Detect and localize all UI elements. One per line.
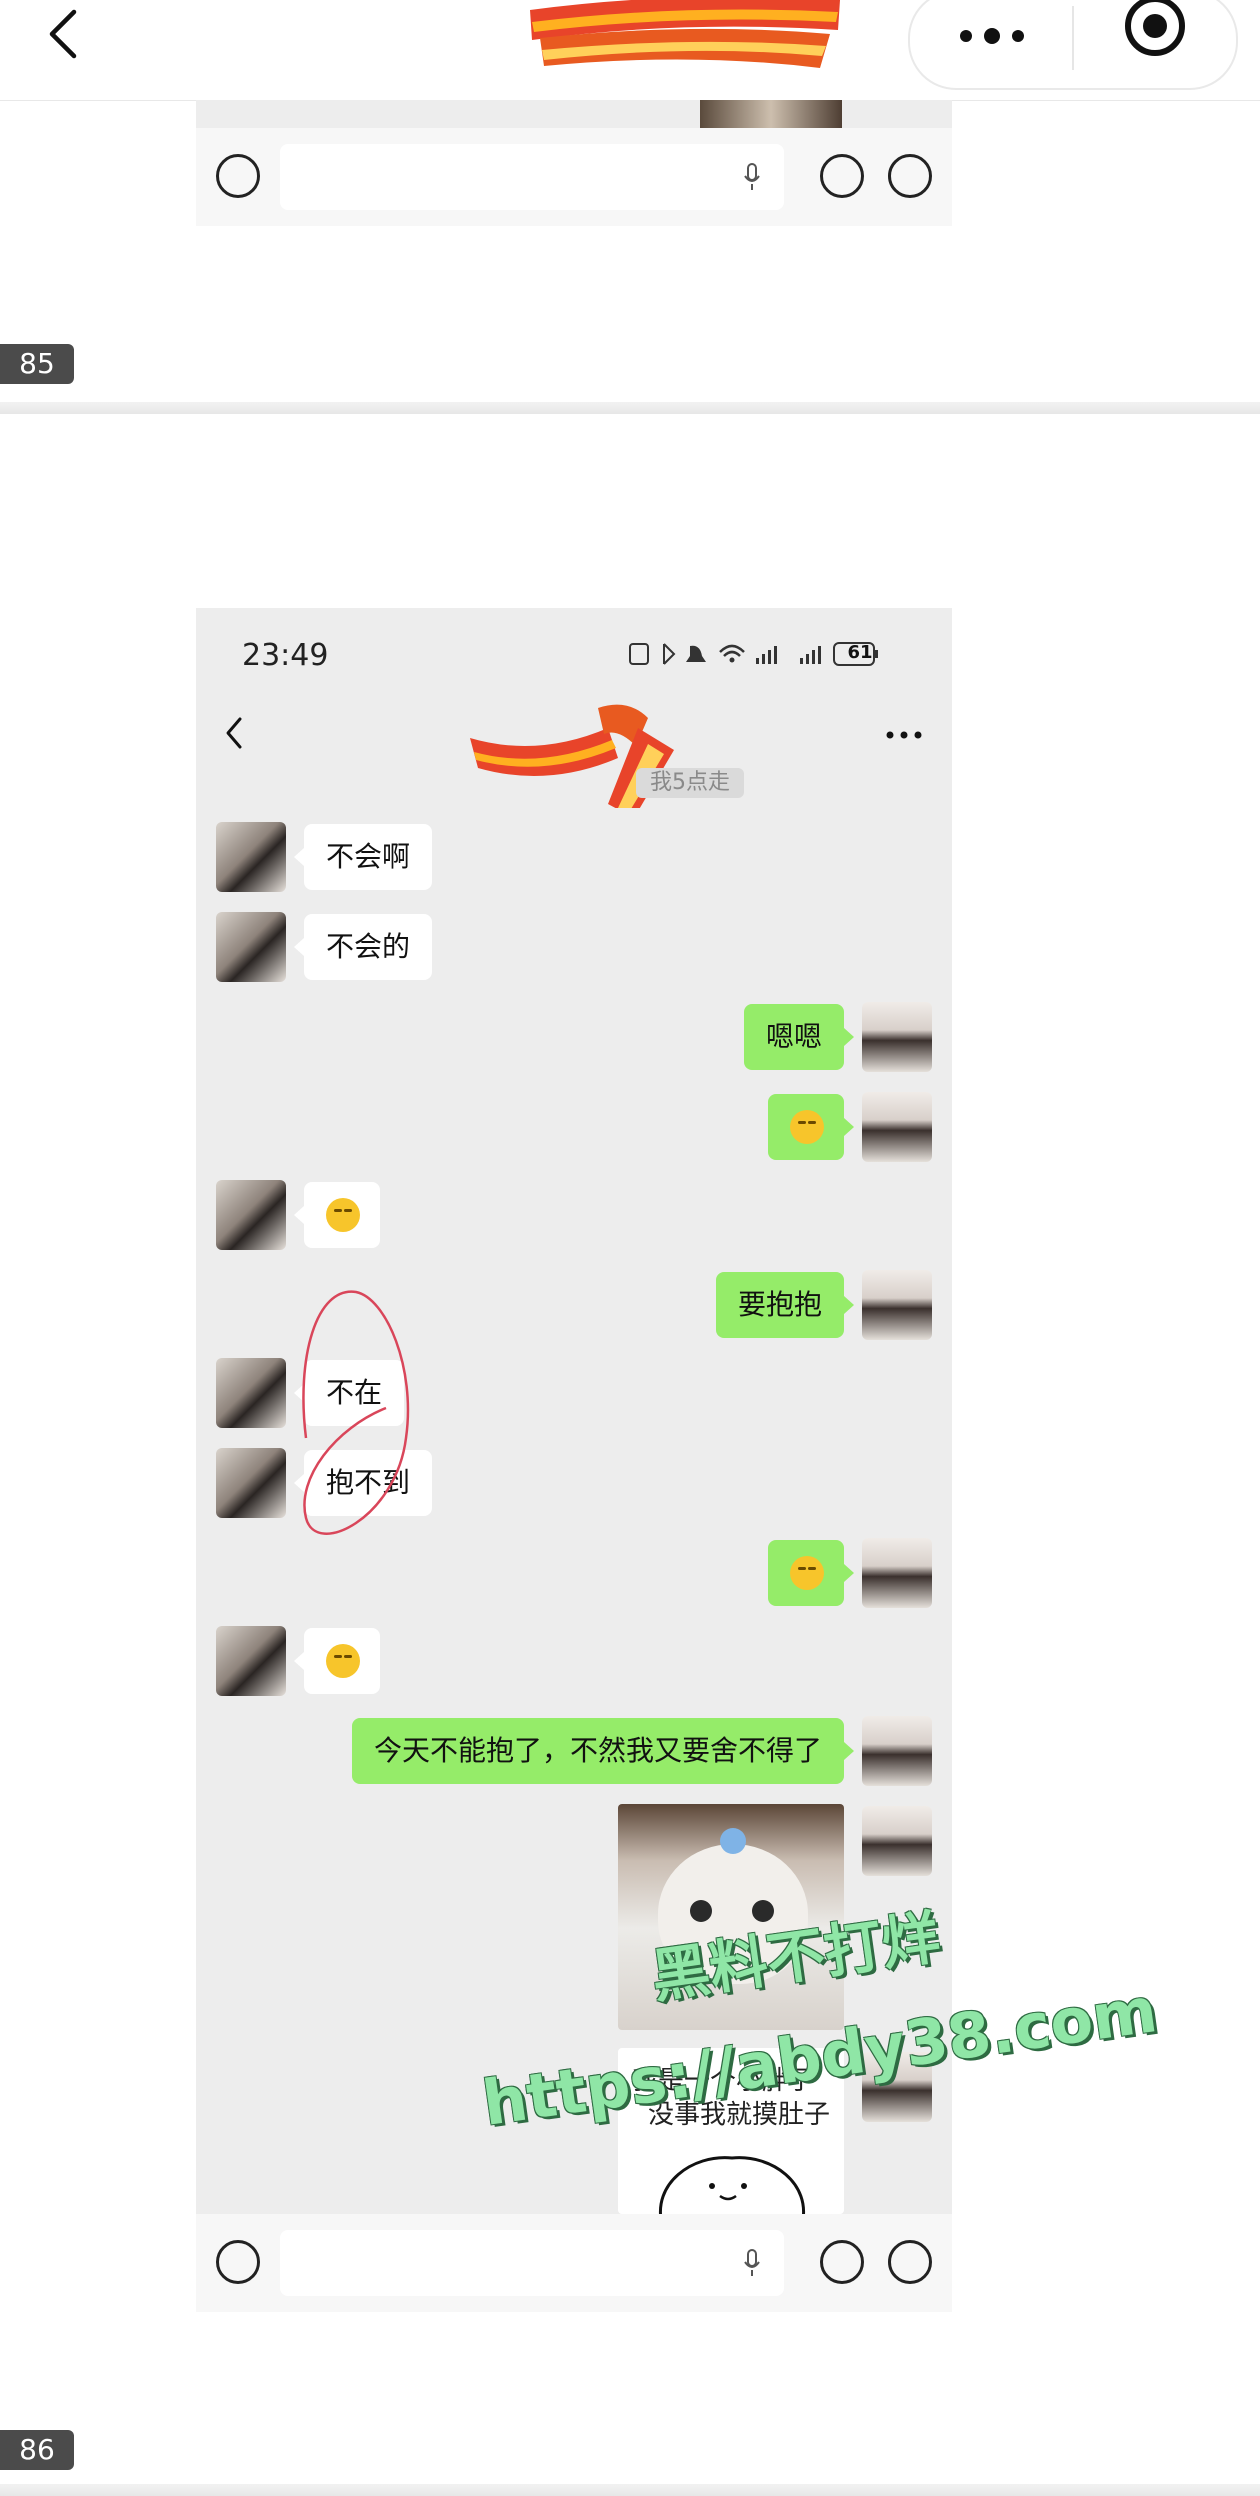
laughing-emoji-icon [790, 1110, 824, 1144]
three-dots-icon[interactable] [954, 12, 1030, 52]
voice-toggle-icon[interactable] [216, 154, 260, 198]
page-number-badge: 85 [0, 344, 74, 384]
screenshot-85-panel [196, 100, 952, 128]
outgoing-emoji-message[interactable] [768, 1094, 854, 1160]
microphone-icon[interactable] [742, 162, 762, 192]
record-target-icon[interactable] [1120, 0, 1190, 64]
chevron-left-icon[interactable] [224, 716, 244, 750]
contact-avatar[interactable] [216, 912, 286, 982]
capsule-divider [1072, 6, 1074, 70]
voice-toggle-icon[interactable] [216, 2240, 260, 2284]
battery-level: 61 [847, 642, 873, 663]
outgoing-emoji-message[interactable] [768, 1540, 854, 1606]
mini-program-capsule [908, 0, 1238, 90]
plus-button-icon[interactable] [888, 154, 932, 198]
chat-input-bar-85 [196, 128, 952, 226]
self-avatar[interactable] [862, 1716, 932, 1786]
flower-icon [720, 1828, 746, 1854]
contact-avatar[interactable] [216, 822, 286, 892]
page-divider [0, 2484, 1260, 2496]
emoji-button-icon[interactable] [820, 2240, 864, 2284]
smiling-emoji-icon [326, 1644, 360, 1678]
incoming-message[interactable]: 不会的 [293, 914, 433, 980]
self-avatar[interactable] [862, 1270, 932, 1340]
outgoing-message[interactable]: 要抱抱 [715, 1272, 855, 1338]
incoming-emoji-message[interactable] [294, 1182, 380, 1248]
self-avatar[interactable] [862, 1538, 932, 1608]
image-thumbnail [700, 100, 842, 128]
redaction-ribbon [530, 0, 840, 68]
self-avatar[interactable] [862, 1002, 932, 1072]
app-top-bar [0, 0, 1260, 101]
plus-button-icon[interactable] [888, 2240, 932, 2284]
chevron-left-icon[interactable] [44, 8, 84, 60]
annotation-circle [302, 1290, 410, 1535]
message-input[interactable] [280, 2230, 784, 2296]
contact-avatar[interactable] [216, 1626, 286, 1696]
laughing-emoji-icon [326, 1198, 360, 1232]
incoming-emoji-message[interactable] [294, 1628, 380, 1694]
status-time: 23:49 [242, 638, 329, 673]
self-avatar[interactable] [862, 1092, 932, 1162]
outgoing-message[interactable]: 嗯嗯 [743, 1004, 855, 1070]
self-avatar[interactable] [862, 1806, 932, 1876]
more-options-icon[interactable] [884, 730, 924, 740]
contact-avatar[interactable] [216, 1180, 286, 1250]
page-divider [0, 402, 1260, 414]
message-input[interactable] [280, 144, 784, 210]
incoming-message[interactable]: 不会啊 [293, 824, 433, 890]
cat-eye [690, 1900, 712, 1922]
microphone-icon[interactable] [742, 2248, 762, 2278]
chat-input-bar-86 [196, 2214, 952, 2312]
laughing-emoji-icon [790, 1556, 824, 1590]
outgoing-message[interactable]: 今天不能抱了，不然我又要舍不得了 [351, 1718, 855, 1784]
emoji-button-icon[interactable] [820, 154, 864, 198]
blob-drawing [659, 2156, 805, 2214]
page-number-badge: 86 [0, 2430, 74, 2470]
system-tip: 我5点走 [636, 768, 744, 798]
